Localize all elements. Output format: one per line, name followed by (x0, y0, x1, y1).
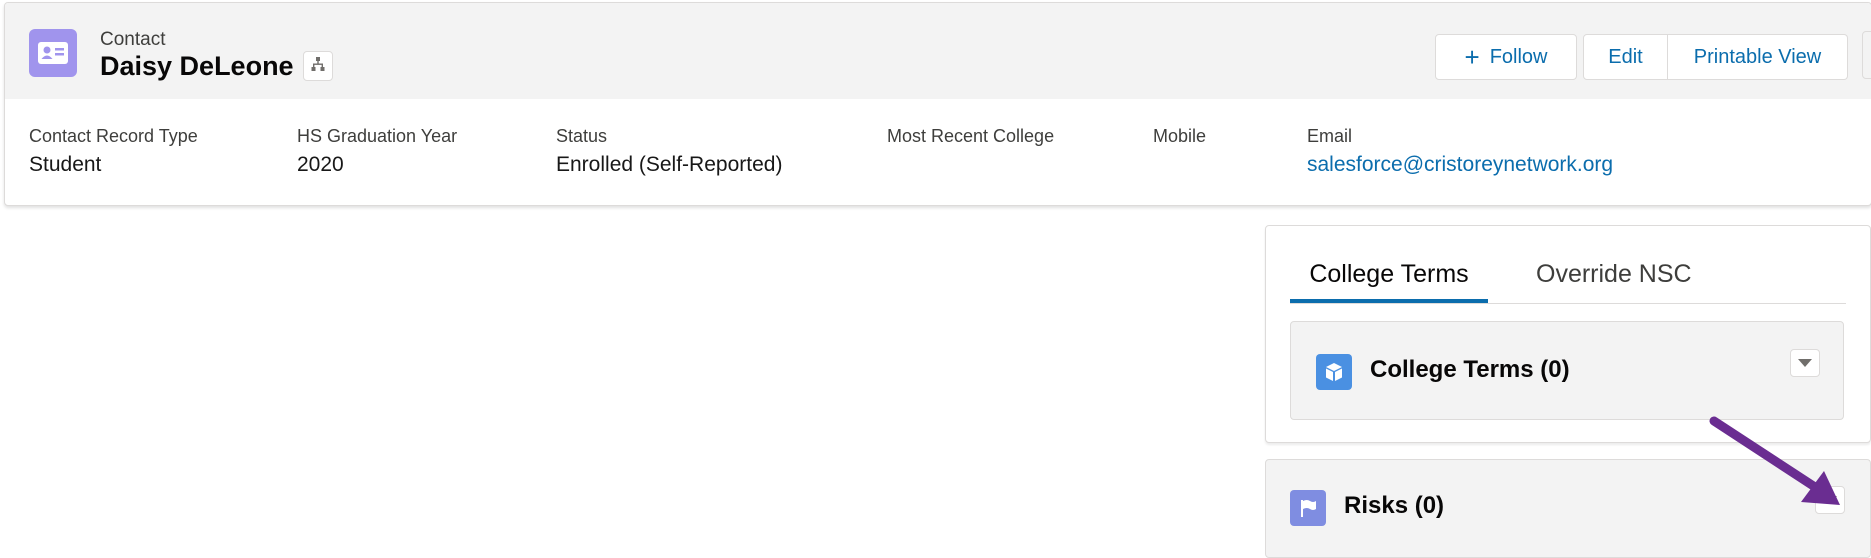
hierarchy-icon (310, 56, 326, 77)
risks-related-list: Risks (0) (1265, 459, 1871, 558)
header-actions: + Follow Edit Printable View (1435, 34, 1848, 80)
college-terms-related-list: College Terms (0) (1290, 321, 1844, 420)
hierarchy-button[interactable] (303, 51, 333, 81)
field-email: Email salesforce@cristoreynetwork.org (1307, 126, 1613, 177)
overflow-actions-button[interactable] (1862, 31, 1871, 79)
page: Contact Daisy DeLeone + Follow Edit Prin… (0, 0, 1871, 558)
field-mobile: Mobile (1153, 126, 1206, 153)
email-link[interactable]: salesforce@cristoreynetwork.org (1307, 153, 1613, 177)
tabs-card: College Terms Override NSC College Terms… (1265, 225, 1871, 443)
edit-button[interactable]: Edit (1583, 34, 1668, 80)
field-contact-record-type: Contact Record Type Student (29, 126, 198, 177)
follow-label: Follow (1489, 45, 1548, 68)
edit-label: Edit (1608, 45, 1643, 68)
risks-title[interactable]: Risks (0) (1344, 492, 1444, 520)
cube-icon (1316, 354, 1352, 390)
field-label: Contact Record Type (29, 126, 198, 146)
field-label: HS Graduation Year (297, 126, 458, 146)
chevron-down-icon (1798, 359, 1812, 367)
printable-view-button[interactable]: Printable View (1668, 34, 1848, 80)
field-label: Most Recent College (887, 126, 1055, 146)
follow-button[interactable]: + Follow (1435, 34, 1577, 80)
field-label: Status (556, 126, 608, 146)
highlights-panel: Contact Record Type Student HS Graduatio… (5, 99, 1871, 205)
tab-bar: College Terms Override NSC (1290, 246, 1846, 304)
field-label: Mobile (1153, 126, 1207, 146)
record-header: Contact Daisy DeLeone + Follow Edit Prin… (4, 2, 1871, 206)
risks-dropdown-button[interactable] (1815, 486, 1845, 514)
field-status: Status Enrolled (Self-Reported) (556, 126, 782, 177)
field-value: Enrolled (Self-Reported) (556, 153, 783, 176)
flag-icon (1290, 490, 1326, 526)
college-terms-dropdown-button[interactable] (1790, 349, 1820, 377)
record-name: Daisy DeLeone (100, 51, 294, 81)
field-value: Student (29, 153, 102, 176)
tab-college-terms[interactable]: College Terms (1290, 246, 1488, 303)
printable-view-label: Printable View (1693, 45, 1822, 68)
college-terms-title[interactable]: College Terms (0) (1370, 356, 1570, 384)
chevron-down-icon (1823, 496, 1837, 504)
field-label: Email (1307, 126, 1353, 146)
header-top: Contact Daisy DeLeone + Follow Edit Prin… (5, 3, 1871, 99)
contact-card-icon (29, 29, 77, 77)
tab-override-nsc[interactable]: Override NSC (1536, 246, 1692, 303)
plus-icon: + (1464, 42, 1480, 72)
object-label: Contact (100, 29, 166, 50)
field-most-recent-college: Most Recent College (887, 126, 1054, 153)
field-value: 2020 (297, 153, 344, 176)
field-hs-graduation-year: HS Graduation Year 2020 (297, 126, 457, 177)
